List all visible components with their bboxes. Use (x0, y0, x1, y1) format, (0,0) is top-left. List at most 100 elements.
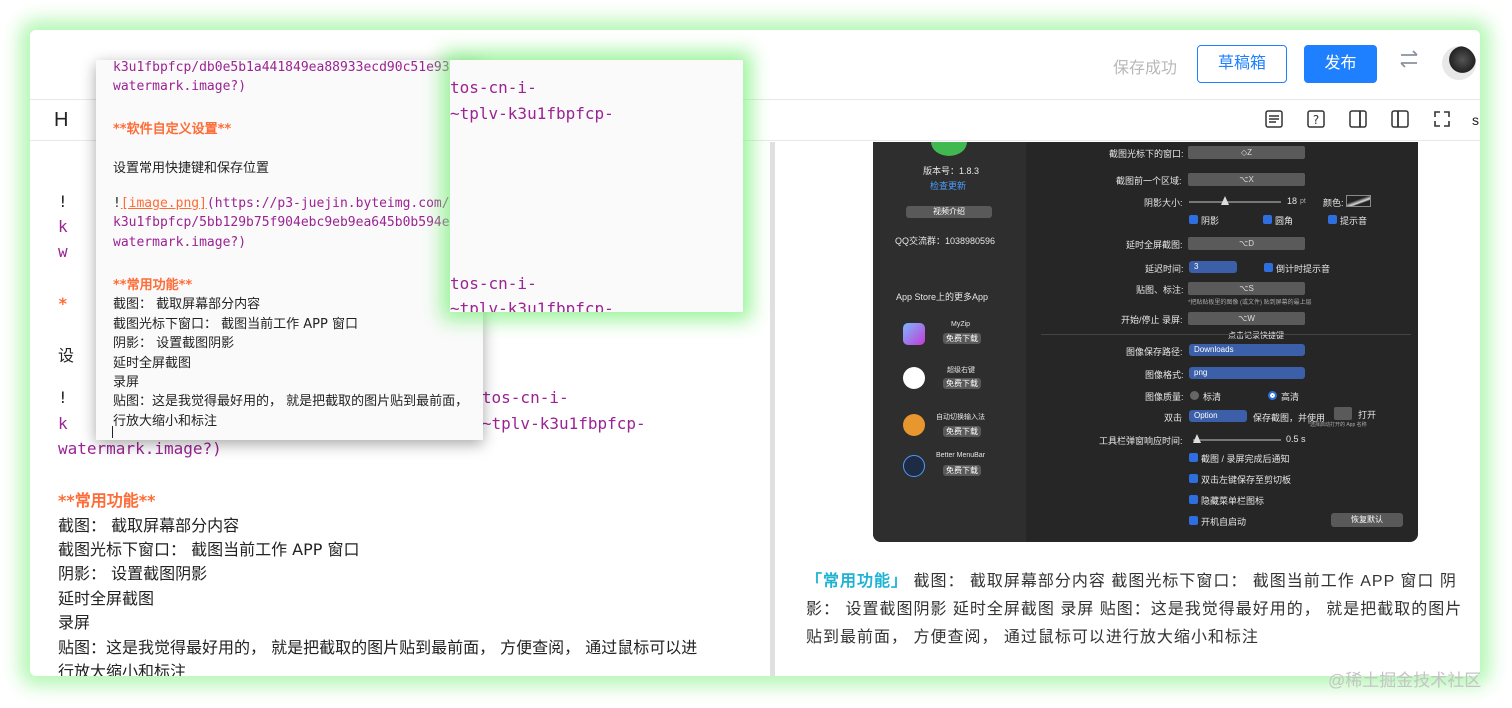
markdown-preview: 版本号：1.8.3 检查更新 视频介绍 QQ交流群：1038980596 App… (776, 142, 1480, 676)
checkbox-icon (1263, 215, 1272, 224)
app-name: 超级右键 (947, 367, 975, 374)
text-cursor (112, 426, 113, 438)
preview-right-icon[interactable] (1348, 109, 1372, 133)
snapshot-line: **常用功能** (113, 278, 193, 293)
setting-label: 图像保存路径: (1126, 347, 1183, 357)
preview-left-icon[interactable] (1390, 109, 1414, 133)
setting-label: 开始/停止 录屏: (1121, 315, 1183, 325)
check-update-link: 检查更新 (930, 181, 967, 191)
auto-input-method-icon (903, 414, 925, 436)
editor-line: 行放大缩小和标注 (58, 662, 187, 676)
editor-line: ! (58, 388, 68, 407)
more-toolbar[interactable]: s (1472, 112, 1479, 128)
preview-image: 版本号：1.8.3 检查更新 视频介绍 QQ交流群：1038980596 App… (873, 142, 1418, 542)
app-name: MyZip (951, 321, 971, 328)
check-label: 提示音 (1340, 216, 1368, 226)
shortcut-field: ⌥D (1188, 237, 1305, 250)
separator (1041, 334, 1411, 335)
super-right-click-icon (903, 367, 925, 389)
snapshot-line: **软件自定义设置** (113, 122, 232, 137)
pane-divider[interactable] (770, 142, 775, 676)
snapshot-line: k3u1fbpfcp/5bb129b75f904ebc9eb9ea645b0b5… (113, 215, 450, 230)
snapshot-line: ~tplv-k3u1fbpfcp- (450, 299, 614, 312)
double-click-select: Option (1189, 410, 1247, 422)
setting-label: 贴图、标注: (1136, 285, 1184, 295)
editor-line: k (58, 217, 68, 236)
app-download-button: 免费下载 (943, 426, 981, 437)
better-menubar-icon (903, 455, 925, 477)
checkbox-icon (1328, 215, 1337, 224)
app-sidebar: 版本号：1.8.3 检查更新 视频介绍 QQ交流群：1038980596 App… (873, 142, 1026, 542)
setting-label: 截图光标下的窗口: (1109, 149, 1184, 159)
snapshot-line: k3u1fbpfcp/db0e5b1a441849ea88933ecd90c51… (113, 60, 450, 75)
shortcut-field: ⌥X (1188, 173, 1305, 186)
myzip-icon (903, 323, 925, 345)
format-select: png (1189, 367, 1305, 379)
setting-label: 延迟时间: (1145, 264, 1184, 274)
app-name: Better MenuBar (936, 452, 986, 459)
editor-line: 阴影： 设置截图阴影 (58, 564, 208, 583)
radio-label: 标清 (1203, 392, 1222, 402)
watermark: @稀土掘金技术社区 (1328, 671, 1482, 690)
save-path-select: Downloads (1189, 344, 1305, 356)
publish-button[interactable]: 发布 (1304, 45, 1377, 83)
snapshot-line: 设置常用快捷键和保存位置 (113, 161, 270, 176)
open-hint: *选择启动打开的 App 名称 (1308, 422, 1367, 428)
checkbox-icon (1189, 215, 1198, 224)
editor-line: k (58, 414, 68, 433)
editor-line: 贴图：这是我觉得最好用的， 就是把截取的图片贴到最前面， 方便查阅， 通过鼠标可… (58, 638, 698, 657)
editor-line: * (58, 294, 68, 313)
swap-arrows-icon[interactable] (1396, 48, 1422, 78)
app-download-button: 免费下载 (943, 333, 981, 344)
drafts-button[interactable]: 草稿箱 (1197, 45, 1287, 83)
check-label: 阴影 (1201, 216, 1220, 226)
fullscreen-icon[interactable] (1432, 109, 1456, 133)
editor-line: w (58, 242, 68, 261)
setting-label: 工具栏弹窗响应时间: (1099, 436, 1183, 446)
snapshot-line: watermark.image?) (113, 235, 247, 250)
setting-label: 双击 (1164, 413, 1183, 423)
floating-snapshot-left[interactable]: k3u1fbpfcp/db0e5b1a441849ea88933ecd90c51… (96, 60, 483, 440)
checkbox-icon (1189, 495, 1198, 504)
preview-strong: 「常用功能」 (806, 573, 909, 590)
check-label: 开机自启动 (1201, 517, 1247, 527)
snapshot-line: 延时全屏截图 (113, 356, 192, 371)
check-label: 双击左键保存至剪切板 (1201, 475, 1292, 485)
snapshot-line: ![image.png](https://p3-juejin.byteimg.c… (113, 196, 450, 211)
more-apps-label: App Store上的更多App (896, 292, 989, 302)
snapshot-line: watermark.image?) (113, 79, 247, 94)
shadow-value: 18 (1287, 196, 1298, 206)
snapshot-line: 贴图：这是我觉得最好用的， 就是把截取的图片贴到最前面， (113, 394, 469, 409)
heading-button[interactable]: H (54, 109, 68, 132)
shortcut-field: ⌥S (1188, 282, 1305, 295)
shadow-unit: pt (1300, 198, 1306, 205)
help-icon[interactable]: ? (1306, 109, 1330, 133)
setting-label: 延时全屏截图: (1126, 240, 1183, 250)
record-shortcut-button: 点击记录快捷键 (1228, 331, 1284, 340)
delay-select: 3 (1189, 261, 1237, 273)
app-download-button: 免费下载 (943, 465, 981, 476)
floating-snapshot-right[interactable]: tos-cn-i- ~tplv-k3u1fbpfcp- tos-cn-i- ~t… (450, 60, 743, 312)
snapshot-line: 行放大缩小和标注 (113, 414, 218, 429)
editor-line: 设 (58, 346, 75, 365)
align-icon[interactable] (1264, 109, 1288, 133)
check-label: 倒计时提示音 (1276, 264, 1331, 274)
editor-line: 录屏 (58, 613, 91, 632)
toolbar-delay-value: 0.5 s (1286, 434, 1306, 444)
snapshot-line: 录屏 (113, 375, 140, 390)
snapshot-line: 阴影： 设置截图阴影 (113, 336, 235, 351)
setting-label: 图像质量: (1145, 392, 1184, 402)
setting-label: 颜色: (1323, 198, 1344, 208)
open-label: 打开 (1358, 410, 1377, 420)
shortcut-field: ◇Z (1188, 146, 1305, 159)
editor-line: 截图光标下窗口： 截图当前工作 APP 窗口 (58, 540, 360, 559)
editor-line: watermark.image?) (58, 439, 222, 458)
radio-label: 高清 (1281, 392, 1300, 402)
checkbox-icon (1189, 474, 1198, 483)
checkbox-icon (1264, 263, 1273, 272)
check-label: 截图 / 录屏完成后通知 (1201, 454, 1290, 464)
avatar[interactable] (1442, 46, 1476, 80)
setting-label: 截图前一个区域: (1116, 176, 1182, 186)
check-label: 隐藏菜单栏图标 (1201, 496, 1265, 506)
qq-group-label: QQ交流群：1038980596 (895, 236, 996, 246)
